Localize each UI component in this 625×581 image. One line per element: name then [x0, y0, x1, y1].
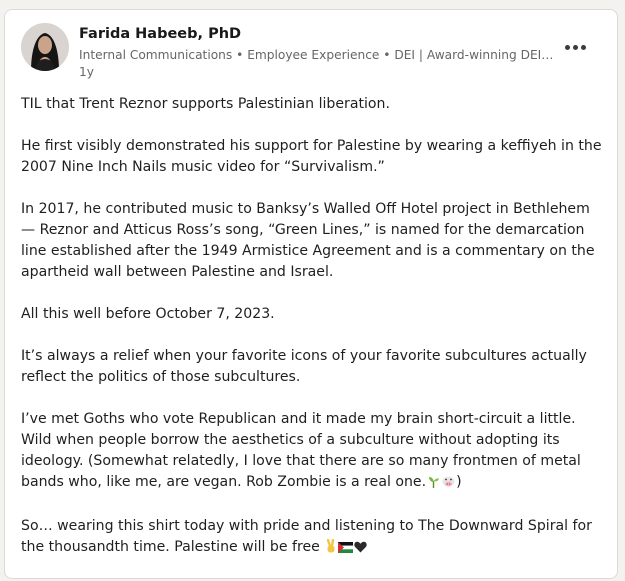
- profile-photo: [21, 23, 69, 71]
- more-dot: [572, 44, 578, 50]
- more-options-icon[interactable]: [559, 35, 591, 59]
- victory-hand-icon: [325, 538, 337, 560]
- paragraph-suffix: ): [456, 474, 462, 490]
- post-paragraph: So… wearing this shirt today with pride …: [21, 516, 603, 560]
- post-paragraph: It’s always a relief when your favorite …: [21, 348, 587, 385]
- post-card: Farida Habeeb, PhD Internal Communicatio…: [4, 9, 618, 579]
- post-body: TIL that Trent Reznor supports Palestini…: [21, 94, 603, 581]
- author-headline: Internal Communications • Employee Exper…: [79, 48, 554, 62]
- post-paragraph: I’ve met Goths who vote Republican and i…: [21, 409, 603, 495]
- more-dot: [580, 44, 586, 50]
- cow-icon: [441, 474, 456, 495]
- post-paragraph-text: So… wearing this shirt today with pride …: [21, 518, 592, 555]
- more-dot: [564, 44, 570, 50]
- post-paragraph: In 2017, he contributed music to Banksy’…: [21, 201, 595, 280]
- author-avatar[interactable]: [21, 23, 69, 71]
- black-heart-icon: [354, 539, 367, 560]
- palestine-flag-icon: [338, 539, 354, 560]
- seedling-icon: [427, 474, 440, 495]
- post-header: Farida Habeeb, PhD Internal Communicatio…: [21, 23, 606, 83]
- post-timestamp: 1y: [79, 65, 94, 79]
- post-paragraph: TIL that Trent Reznor supports Palestini…: [21, 96, 390, 112]
- post-paragraph: All this well before October 7, 2023.: [21, 306, 275, 322]
- post-paragraph-text: I’ve met Goths who vote Republican and i…: [21, 411, 581, 490]
- author-name[interactable]: Farida Habeeb, PhD: [79, 26, 241, 42]
- post-paragraph: He first visibly demonstrated his suppor…: [21, 138, 602, 175]
